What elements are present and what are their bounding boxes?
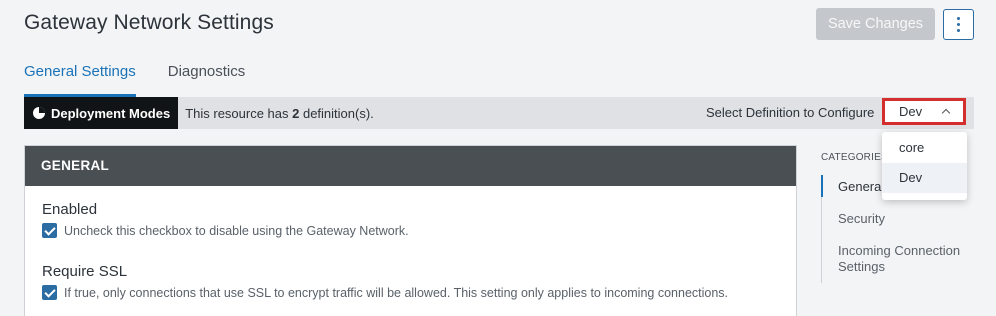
chevron-up-icon xyxy=(941,108,951,118)
definition-select-value: Dev xyxy=(899,104,923,119)
setting-description: If true, only connections that use SSL t… xyxy=(64,285,729,300)
tab-bar: General Settings Diagnostics xyxy=(24,63,277,97)
category-security[interactable]: Security xyxy=(838,211,885,227)
categories-active-indicator xyxy=(821,175,823,197)
general-settings-panel: GENERAL Enabled Uncheck this checkbox to… xyxy=(24,145,797,316)
dropdown-option-core[interactable]: core xyxy=(882,133,967,163)
category-incoming-connection-settings[interactable]: Incoming Connection Settings xyxy=(838,243,973,275)
tab-general-settings[interactable]: General Settings xyxy=(24,63,136,97)
definition-count-text: This resource has 2 definition(s). xyxy=(185,105,374,121)
more-options-button[interactable] xyxy=(943,9,974,40)
definition-bar: Deployment Modes This resource has 2 def… xyxy=(24,97,974,129)
categories-nav: CATEGORIES xyxy=(821,152,888,163)
deployment-modes-icon xyxy=(33,107,45,119)
panel-heading: GENERAL xyxy=(25,146,796,186)
definition-dropdown-menu: core Dev xyxy=(882,132,967,200)
category-general[interactable]: General xyxy=(838,179,884,195)
setting-require-ssl: Require SSL If true, only connections th… xyxy=(42,263,728,300)
enabled-checkbox[interactable] xyxy=(42,223,57,238)
kebab-icon xyxy=(957,16,960,34)
setting-title: Enabled xyxy=(42,201,98,218)
save-changes-button[interactable]: Save Changes xyxy=(816,8,935,40)
setting-description: Uncheck this checkbox to disable using t… xyxy=(64,223,409,238)
tab-diagnostics[interactable]: Diagnostics xyxy=(168,63,246,96)
definition-select[interactable]: Dev xyxy=(882,98,966,125)
page-title: Gateway Network Settings xyxy=(24,11,274,34)
categories-label: CATEGORIES xyxy=(821,152,888,163)
definition-select-label: Select Definition to Configure xyxy=(706,105,875,120)
setting-title: Require SSL xyxy=(42,263,128,280)
deployment-modes-label: Deployment Modes xyxy=(51,105,171,121)
setting-enabled: Enabled Uncheck this checkbox to disable… xyxy=(42,201,409,238)
deployment-modes-badge[interactable]: Deployment Modes xyxy=(24,97,179,129)
dropdown-option-dev[interactable]: Dev xyxy=(882,163,967,193)
require-ssl-checkbox[interactable] xyxy=(42,285,57,300)
